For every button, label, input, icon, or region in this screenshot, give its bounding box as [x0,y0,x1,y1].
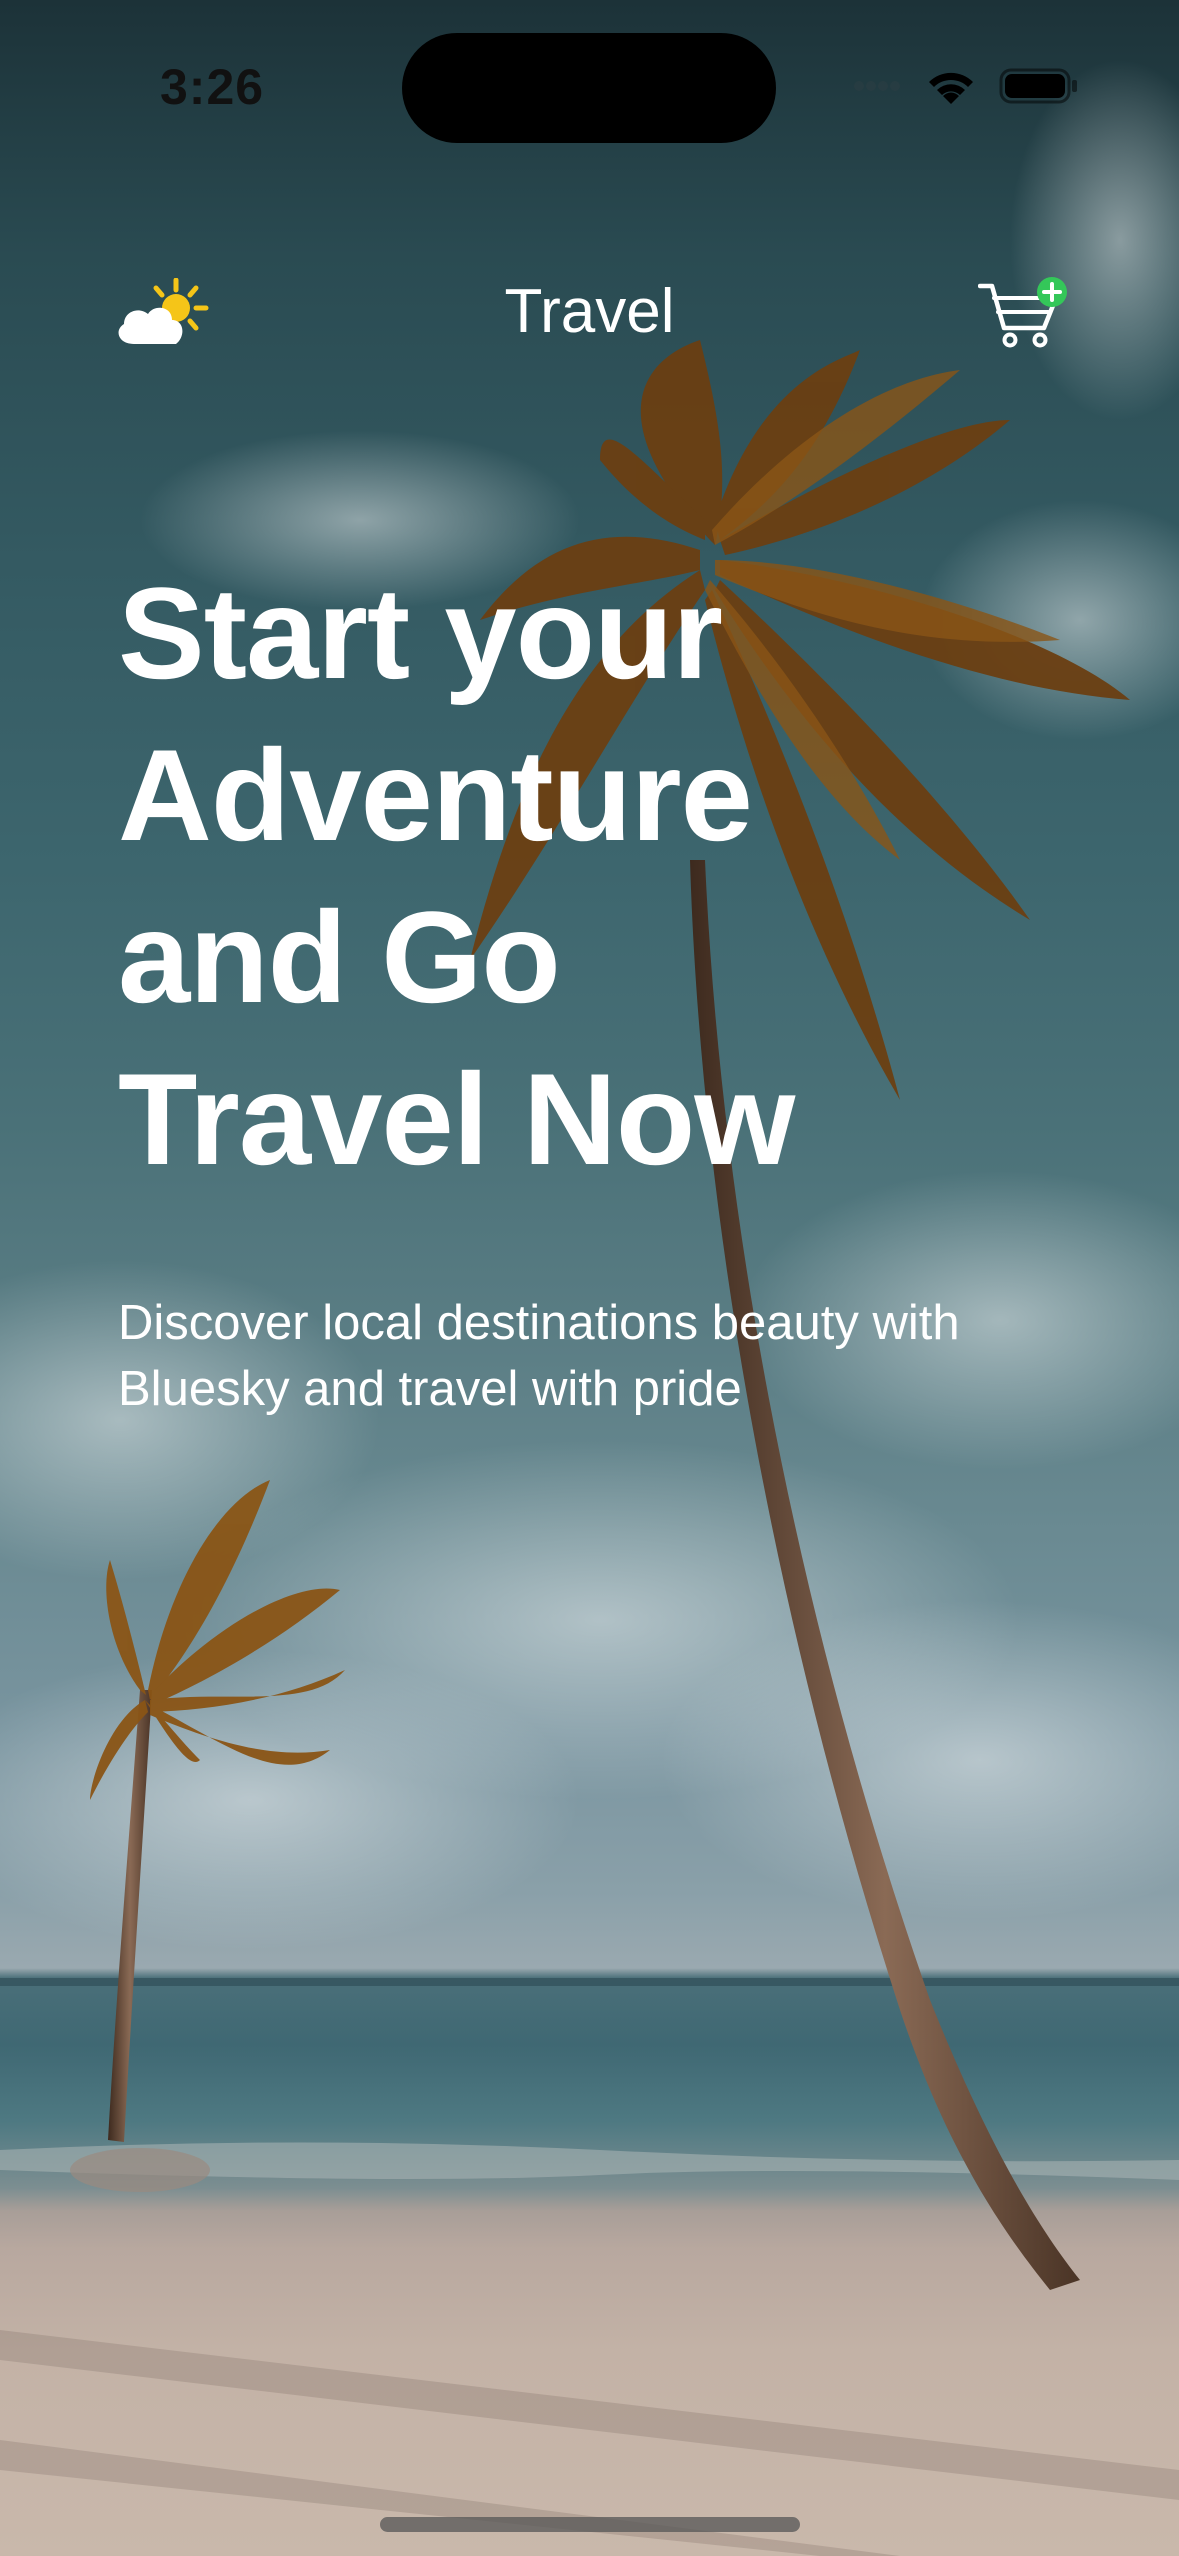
travel-home-screen: 3:26 Travel Start your Adventure and Go … [0,0,1179,2556]
home-indicator[interactable] [380,2517,800,2532]
battery-icon [999,68,1077,104]
subtitle-line: Bluesky and travel with pride [118,1362,742,1416]
subtitle-line: Discover local destinations beauty with [118,1296,960,1350]
headline-line: Travel Now [118,1046,795,1192]
headline-line: Start your [118,560,723,706]
cellular-signal-icon [854,81,900,91]
dynamic-island [402,33,776,143]
headline-line: Adventure [118,722,753,868]
cart-add-icon [977,277,1067,348]
hero-subtitle: Discover local destinations beauty with … [118,1290,1098,1422]
status-time: 3:26 [160,59,265,115]
wifi-icon [929,72,973,104]
headline-line: and Go [118,884,561,1030]
status-indicators [853,64,1079,108]
cart-add-button[interactable] [977,276,1072,350]
hero-headline: Start your Adventure and Go Travel Now [118,552,1018,1200]
beach-background-image [0,60,1179,2556]
